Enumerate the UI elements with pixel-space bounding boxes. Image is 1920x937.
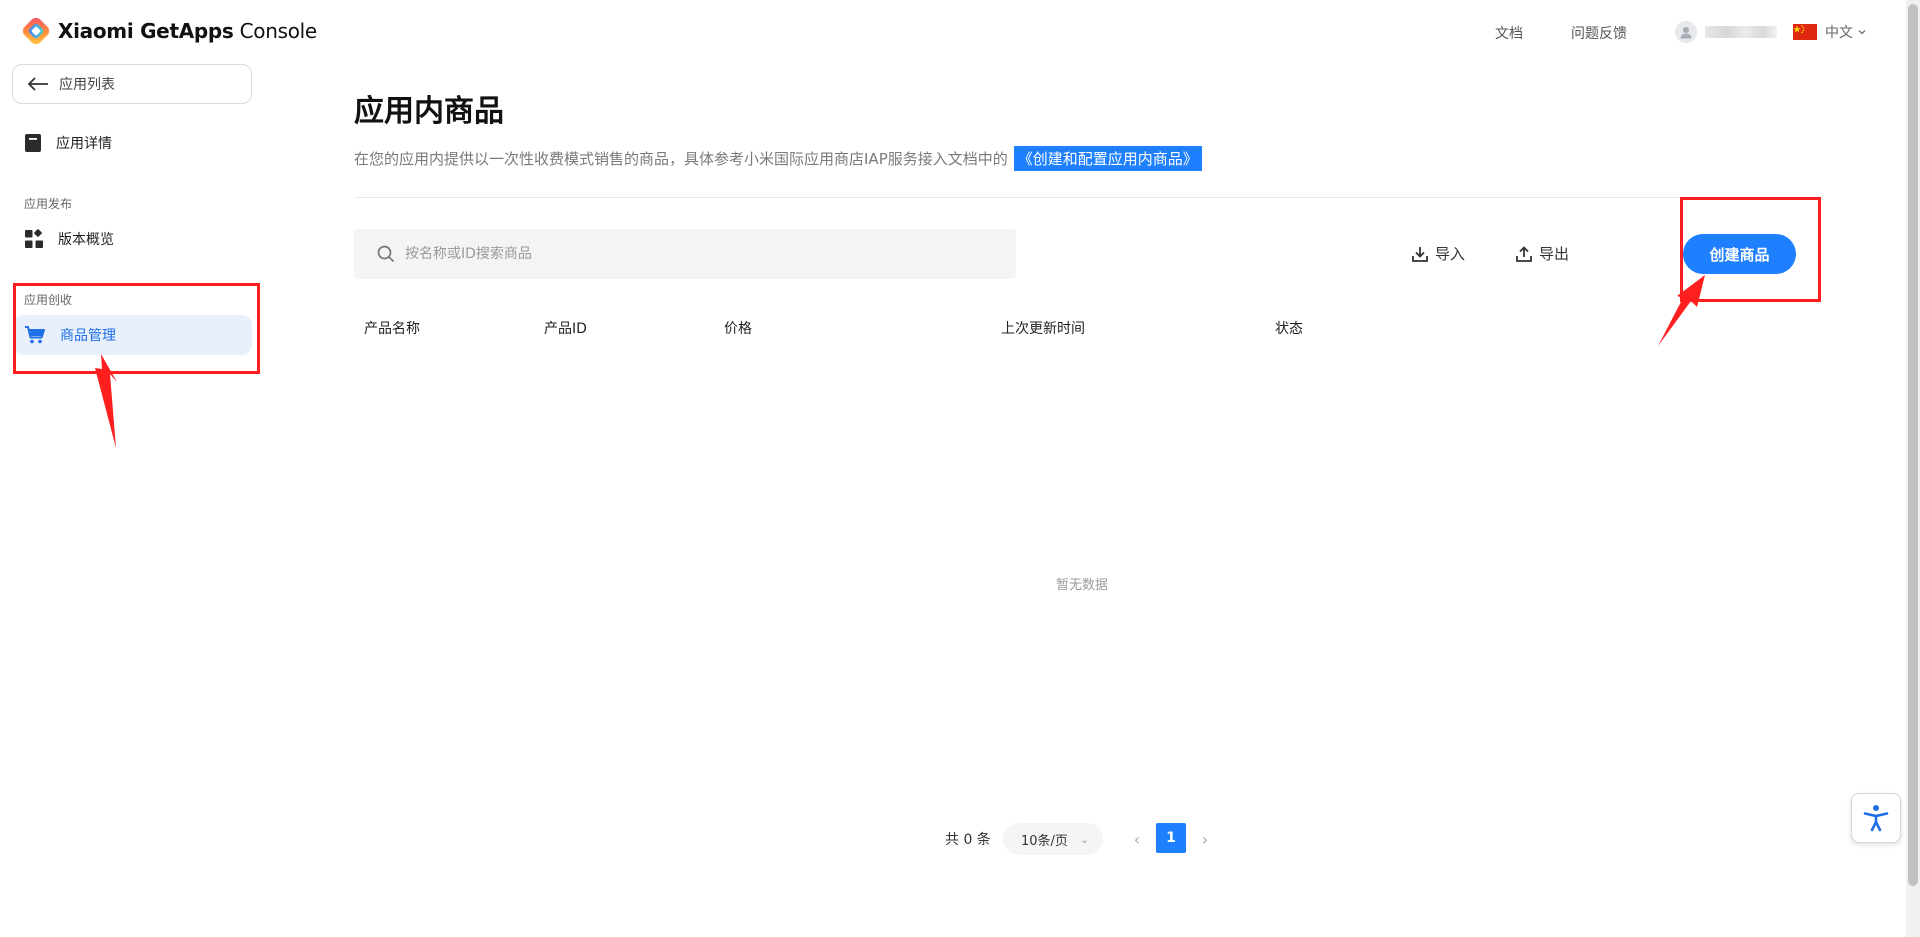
app-logo[interactable]: Xiaomi GetApps Console	[21, 16, 317, 46]
search-icon	[377, 245, 395, 263]
pagination-total: 共 0 条	[945, 832, 991, 848]
app-logo-icon	[21, 16, 51, 46]
doc-link[interactable]: 《创建和配置应用内商品》	[1013, 146, 1202, 171]
sidebar-item-app-details[interactable]: 应用详情	[14, 123, 252, 163]
china-flag-icon	[1793, 24, 1817, 40]
export-label: 导出	[1539, 245, 1570, 263]
chevron-right-icon[interactable]: ›	[1194, 823, 1216, 855]
scrollbar-thumb[interactable]	[1908, 4, 1918, 886]
create-product-button[interactable]: 创建商品	[1683, 234, 1796, 274]
back-to-app-list-button[interactable]: 应用列表	[12, 64, 252, 104]
page-size-value: 10条/页	[1021, 833, 1068, 849]
annotation-arrow-sidebar	[95, 354, 117, 448]
search-box[interactable]	[354, 229, 1016, 279]
search-input[interactable]	[405, 246, 1005, 262]
upload-icon	[1516, 245, 1532, 262]
user-avatar-icon	[1675, 21, 1697, 43]
column-header-status: 状态	[1275, 321, 1303, 337]
page-size-select[interactable]: 10条/页 ⌄	[1003, 823, 1103, 855]
chevron-down-icon: ⌄	[1079, 832, 1090, 846]
accessibility-icon	[1863, 805, 1889, 832]
page-title: 应用内商品	[354, 94, 504, 129]
cart-icon	[25, 326, 45, 344]
description-text: 在您的应用内提供以一次性收费模式销售的商品，具体参考小米国际应用商店IAP服务接…	[354, 150, 1008, 168]
import-button[interactable]: 导入	[1411, 243, 1465, 264]
user-menu[interactable]	[1675, 21, 1777, 43]
sidebar-item-label: 商品管理	[60, 328, 116, 344]
sidebar-item-label: 版本概览	[58, 232, 114, 248]
language-selector[interactable]: 中文	[1793, 22, 1867, 42]
section-label-monetize: 应用创收	[24, 293, 73, 307]
column-header-product-name: 产品名称	[364, 321, 420, 337]
sidebar-item-product-management[interactable]: 商品管理	[14, 315, 252, 355]
back-label: 应用列表	[59, 77, 115, 93]
export-button[interactable]: 导出	[1515, 243, 1569, 264]
annotation-arrows	[95, 275, 1705, 448]
arrow-left-icon	[27, 77, 48, 91]
column-header-price: 价格	[724, 321, 752, 337]
column-header-product-id: 产品ID	[544, 321, 587, 337]
sidebar-item-label: 应用详情	[56, 136, 112, 152]
docs-link[interactable]: 文档	[1495, 23, 1523, 43]
sidebar-item-version-overview[interactable]: 版本概览	[14, 219, 252, 259]
language-label: 中文	[1825, 25, 1853, 41]
chevron-down-icon	[1858, 30, 1866, 35]
page-description: 在您的应用内提供以一次性收费模式销售的商品，具体参考小米国际应用商店IAP服务接…	[354, 146, 1202, 171]
page-number-current[interactable]: 1	[1156, 823, 1186, 853]
document-icon	[25, 134, 41, 152]
column-header-last-updated: 上次更新时间	[1001, 321, 1085, 337]
accessibility-button[interactable]	[1851, 793, 1901, 843]
section-label-publish: 应用发布	[24, 197, 73, 211]
grid-icon	[25, 229, 43, 248]
feedback-link[interactable]: 问题反馈	[1571, 23, 1627, 43]
user-name-redacted	[1705, 26, 1777, 38]
empty-state-text: 暂无数据	[1056, 578, 1109, 593]
import-label: 导入	[1435, 245, 1466, 263]
divider	[354, 197, 1816, 198]
download-icon	[1412, 246, 1428, 262]
app-title: Xiaomi GetApps Console	[58, 19, 317, 43]
chevron-left-icon[interactable]: ‹	[1126, 823, 1148, 855]
annotation-arrow-create	[1658, 275, 1705, 346]
